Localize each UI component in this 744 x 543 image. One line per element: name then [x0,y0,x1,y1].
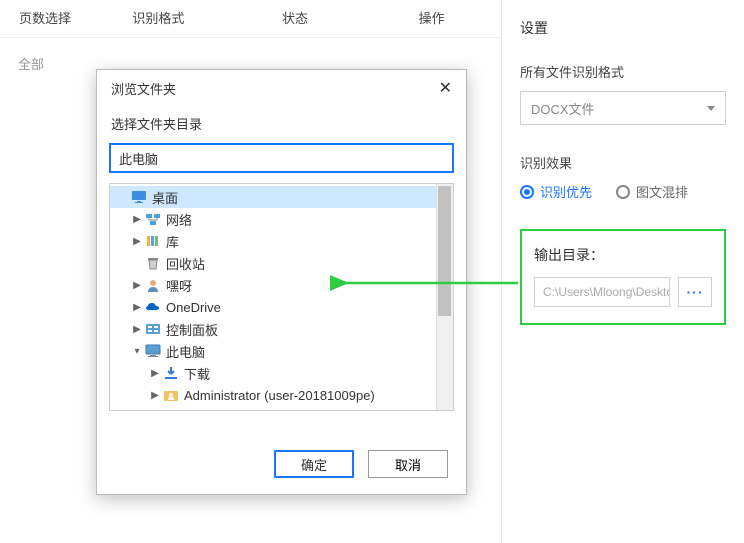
expander-icon[interactable]: ▶ [148,390,162,401]
radio-image-text-mix[interactable]: 图文混排 [616,182,688,201]
tree-node-network[interactable]: ▶ 网络 [110,208,453,230]
user-icon [144,277,162,293]
format-select[interactable]: DOCX文件 [520,91,726,125]
dialog-titlebar: 浏览文件夹 ✕ [97,70,466,106]
radio-icon [616,185,630,199]
tree-node-user[interactable]: ▶ 嘿呀 [110,274,453,296]
browse-folder-dialog: 浏览文件夹 ✕ 选择文件夹目录 ▶ 桌面 ▶ 网络 ▶ [96,69,467,495]
pc-icon [144,343,162,359]
network-icon [144,211,162,227]
tree-node-onedrive[interactable]: ▶ OneDrive [110,296,453,318]
settings-title: 设置 [520,18,726,38]
tree-node-label: 桌面 [184,408,210,411]
effect-radio-group: 识别优先 图文混排 [520,182,726,201]
expander-icon[interactable]: ▾ [130,346,144,357]
tree-node-label: 桌面 [152,188,178,207]
tree-node-downloads[interactable]: ▶ 下载 [110,362,453,384]
cancel-button[interactable]: 取消 [368,450,448,478]
col-action: 操作 [363,8,500,27]
tree-root-desktop[interactable]: ▶ 桌面 [110,186,453,208]
tree-node-administrator[interactable]: ▶ Administrator (user-20181009pe) [110,384,453,406]
expander-icon[interactable]: ▶ [130,324,144,335]
format-value: DOCX文件 [531,99,595,118]
table-header: 页数选择 识别格式 状态 操作 [0,0,500,38]
tree-node-label: 下载 [184,364,210,383]
tree-node-label: 库 [166,232,179,251]
caret-down-icon [707,106,715,111]
tree-node-label: 网络 [166,210,192,229]
library-icon [144,233,162,249]
tree-node-label: OneDrive [166,300,221,315]
expander-icon[interactable]: ▶ [148,368,162,379]
expander-icon[interactable]: ▶ [130,302,144,313]
output-section: 输出目录： C:\Users\Mloong\Desktop\ ··· [520,229,726,325]
tree-node-desktop-child[interactable]: ▶ 桌面 [110,406,453,410]
effect-label: 识别效果 [520,153,726,172]
settings-panel: 设置 所有文件识别格式 DOCX文件 识别效果 识别优先 图文混排 输出目录： … [501,0,744,543]
tree-node-libraries[interactable]: ▶ 库 [110,230,453,252]
ok-button[interactable]: 确定 [274,450,354,478]
expander-icon[interactable]: ▶ [130,280,144,291]
radio-recognize-priority[interactable]: 识别优先 [520,182,592,201]
userfolder-icon [162,387,180,403]
output-label: 输出目录： [534,245,712,265]
download-icon [162,365,180,381]
dialog-buttons: 确定 取消 [274,450,448,478]
output-path-field[interactable]: C:\Users\Mloong\Desktop\ [534,277,670,307]
desktop-icon [130,189,148,205]
radio-icon [520,185,534,199]
folder-tree: ▶ 桌面 ▶ 网络 ▶ 库 ▶ 回收站 [109,183,454,411]
expander-icon[interactable]: ▶ [130,214,144,225]
col-format: 识别格式 [90,8,227,27]
path-input[interactable] [109,143,454,173]
recycle-icon [144,255,162,271]
tree-inner: ▶ 桌面 ▶ 网络 ▶ 库 ▶ 回收站 [110,184,453,410]
format-label: 所有文件识别格式 [520,62,726,81]
tree-node-label: 控制面板 [166,320,218,339]
radio-label: 图文混排 [636,182,688,201]
col-status: 状态 [227,8,364,27]
dialog-title-text: 浏览文件夹 [111,79,176,98]
scrollbar-thumb[interactable] [438,186,451,316]
output-row: C:\Users\Mloong\Desktop\ ··· [534,277,712,307]
controlpanel-icon [144,321,162,337]
tree-node-label: 回收站 [166,254,205,273]
desktop-link-icon [162,409,180,410]
dialog-subtitle: 选择文件夹目录 [97,106,466,143]
tree-node-label: 此电脑 [166,342,205,361]
radio-label: 识别优先 [540,182,592,201]
tree-node-label: Administrator (user-20181009pe) [184,388,375,403]
tree-scrollbar[interactable] [436,184,453,410]
close-icon[interactable]: ✕ [435,78,456,98]
onedrive-icon [144,299,162,315]
browse-button[interactable]: ··· [678,277,712,307]
tree-node-thispc[interactable]: ▾ 此电脑 [110,340,453,362]
col-page-select: 页数选择 [0,8,90,27]
tab-all[interactable]: 全部 [0,48,62,79]
path-input-wrap [97,143,466,183]
tree-node-recyclebin[interactable]: ▶ 回收站 [110,252,453,274]
tree-node-label: 嘿呀 [166,276,192,295]
tree-node-controlpanel[interactable]: ▶ 控制面板 [110,318,453,340]
expander-icon[interactable]: ▶ [130,236,144,247]
